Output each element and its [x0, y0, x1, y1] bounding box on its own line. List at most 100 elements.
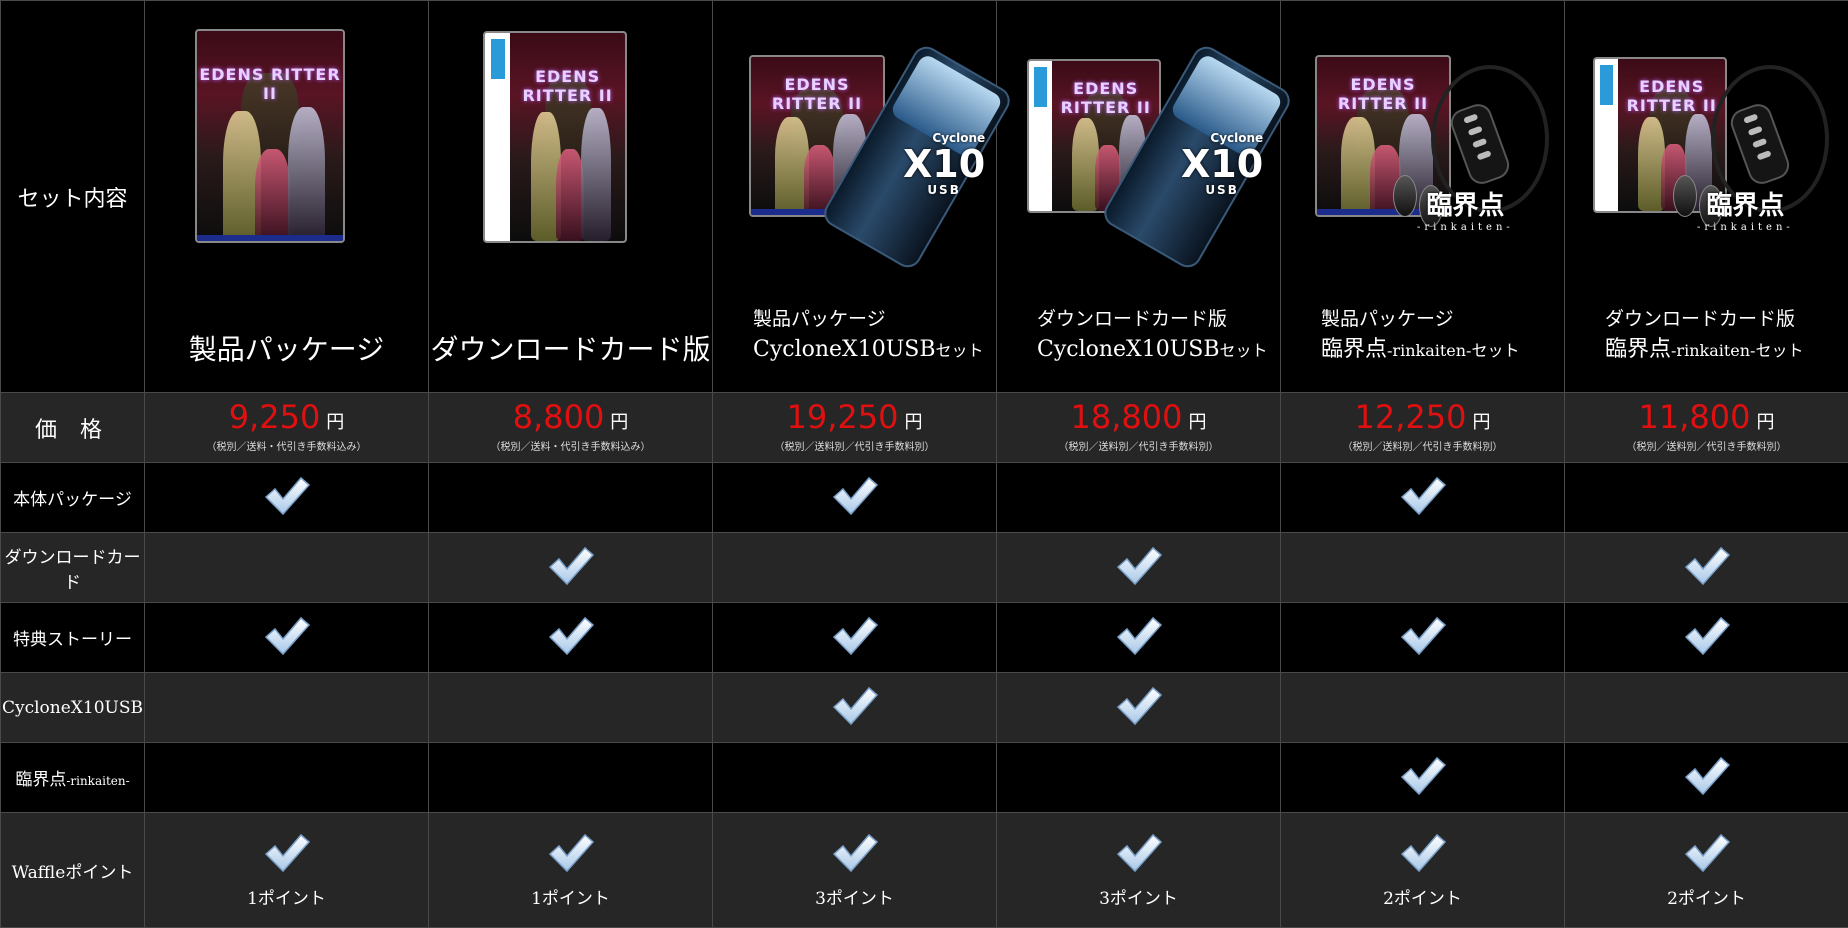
game-logo: EDENS RITTER II [199, 65, 341, 103]
price-note: （税別／送料別／代引き手数料別） [1058, 441, 1219, 453]
price-note: （税別／送料別／代引き手数料別） [774, 441, 935, 453]
checkmark-icon [1115, 616, 1163, 661]
checkmark-icon [1683, 833, 1731, 878]
set-contents-row: セット内容 EDENS RITTER II 製品パッケージ EDENS RITT… [0, 0, 1848, 393]
feature-cell [712, 532, 997, 603]
price-cell: 11,800 円 （税別／送料別／代引き手数料別） [1564, 392, 1848, 463]
checkmark-icon [1683, 546, 1731, 591]
feature-cell [712, 742, 997, 813]
points-cell: 2ポイント [1280, 812, 1565, 928]
price-note: （税別／送料別／代引き手数料別） [1342, 441, 1503, 453]
feature-cell [1564, 602, 1848, 673]
waffle-points-text: 3ポイント [815, 888, 894, 909]
feature-cell [996, 462, 1281, 533]
feature-cell [428, 742, 713, 813]
feature-cell [144, 742, 429, 813]
points-cell: 1ポイント [428, 812, 713, 928]
row-label-bonus-story: 特典ストーリー [0, 602, 145, 673]
checkmark-icon [831, 616, 879, 661]
price-cell: 12,250 円 （税別／送料別／代引き手数料別） [1280, 392, 1565, 463]
currency-label: 円 [1756, 411, 1775, 433]
currency-label: 円 [1472, 411, 1491, 433]
product-cell-download-card[interactable]: EDENS RITTER II ダウンロードカード版 [428, 0, 713, 393]
feature-cell [1280, 672, 1565, 743]
feature-cell [428, 532, 713, 603]
checkmark-icon [1399, 833, 1447, 878]
feature-cell [428, 462, 713, 533]
feature-cell [428, 602, 713, 673]
checkmark-icon [1115, 546, 1163, 591]
product-cell-package-rinkaiten[interactable]: EDENS RITTER II 臨界点 -rinkaiten- 製品パッケージ … [1280, 0, 1565, 393]
checkmark-icon [1683, 616, 1731, 661]
feature-cell [1280, 742, 1565, 813]
feature-cell [1564, 532, 1848, 603]
row-label-download-card: ダウンロードカード [0, 532, 145, 603]
price-note: （税別／送料・代引き手数料込み） [206, 441, 367, 453]
feature-cell [1280, 462, 1565, 533]
checkmark-icon [263, 616, 311, 661]
row-label-rinkaiten: 臨界点-rinkaiten- [0, 742, 145, 813]
row-label-set-contents: セット内容 [0, 0, 145, 393]
download-card-image: EDENS RITTER II [483, 31, 627, 243]
points-cell: 2ポイント [1564, 812, 1848, 928]
checkmark-icon [1399, 476, 1447, 521]
currency-label: 円 [904, 411, 923, 433]
game-logo: EDENS RITTER II [1626, 77, 1717, 115]
checkmark-icon [1399, 616, 1447, 661]
package-image: EDENS RITTER II [195, 29, 345, 243]
price-value: 12,250 [1354, 397, 1467, 436]
feature-row: 特典ストーリー [0, 602, 1848, 673]
feature-cell [144, 462, 429, 533]
price-cell: 19,250 円 （税別／送料別／代引き手数料別） [712, 392, 997, 463]
checkmark-icon [1115, 686, 1163, 731]
price-value: 19,250 [786, 397, 899, 436]
rinkaiten-logo: 臨界点 -rinkaiten- [1697, 191, 1794, 233]
currency-label: 円 [326, 411, 345, 433]
checkmark-icon [1399, 756, 1447, 801]
waffle-points-text: 3ポイント [1099, 888, 1178, 909]
product-title: 製品パッケージ 臨界点-rinkaiten-セット [1321, 308, 1520, 362]
product-cell-card-rinkaiten[interactable]: EDENS RITTER II 臨界点 -rinkaiten- ダウンロードカー… [1564, 0, 1848, 393]
checkmark-icon [547, 546, 595, 591]
currency-label: 円 [1188, 411, 1207, 433]
feature-cell [1280, 602, 1565, 673]
feature-row: 本体パッケージ [0, 462, 1848, 533]
checkmark-icon [1683, 756, 1731, 801]
price-value: 18,800 [1070, 397, 1183, 436]
waffle-points-text: 2ポイント [1667, 888, 1746, 909]
checkmark-icon [831, 686, 879, 731]
feature-cell [712, 462, 997, 533]
product-title: ダウンロードカード版 臨界点-rinkaiten-セット [1605, 308, 1804, 362]
currency-label: 円 [610, 411, 629, 433]
comparison-table: セット内容 EDENS RITTER II 製品パッケージ EDENS RITT… [0, 0, 1848, 928]
feature-cell [712, 672, 997, 743]
feature-cell [712, 602, 997, 673]
product-cell-package[interactable]: EDENS RITTER II 製品パッケージ [144, 0, 429, 393]
waffle-points-text: 2ポイント [1383, 888, 1462, 909]
price-row: 価 格 9,250 円（税別／送料・代引き手数料込み） 8,800 円（税別／送料・… [0, 392, 1848, 463]
checkmark-icon [263, 833, 311, 878]
checkmark-icon [547, 616, 595, 661]
feature-row: CycloneX10USB [0, 672, 1848, 743]
game-logo: EDENS RITTER II [1337, 75, 1429, 113]
rinkaiten-logo: 臨界点 -rinkaiten- [1417, 191, 1514, 233]
product-title: ダウンロードカード版 [430, 333, 711, 366]
product-cell-package-cyclone[interactable]: EDENS RITTER II Cyclone X10 USB 製品パッケージ … [712, 0, 1015, 393]
feature-cell [1564, 462, 1848, 533]
price-value: 11,800 [1638, 397, 1751, 436]
cyclone-logo: Cyclone X10 USB [1181, 131, 1264, 197]
row-label-price: 価 格 [0, 392, 145, 463]
feature-cell [996, 532, 1281, 603]
feature-cell [996, 742, 1281, 813]
feature-cell [144, 672, 429, 743]
product-cell-card-cyclone[interactable]: EDENS RITTER II Cyclone X10 USB ダウンロードカー… [996, 0, 1295, 393]
price-note: （税別／送料・代引き手数料込み） [490, 441, 651, 453]
cyclone-logo: Cyclone X10 USB [903, 131, 986, 197]
feature-cell [1280, 532, 1565, 603]
price-note: （税別／送料別／代引き手数料別） [1626, 441, 1787, 453]
product-title: ダウンロードカード版 CycloneX10USBセット [1037, 308, 1268, 362]
waffle-points-text: 1ポイント [247, 888, 326, 909]
product-title: 製品パッケージ CycloneX10USBセット [753, 308, 984, 362]
game-logo: EDENS RITTER II [1060, 79, 1151, 117]
row-label-waffle: Waffleポイント [0, 812, 145, 928]
